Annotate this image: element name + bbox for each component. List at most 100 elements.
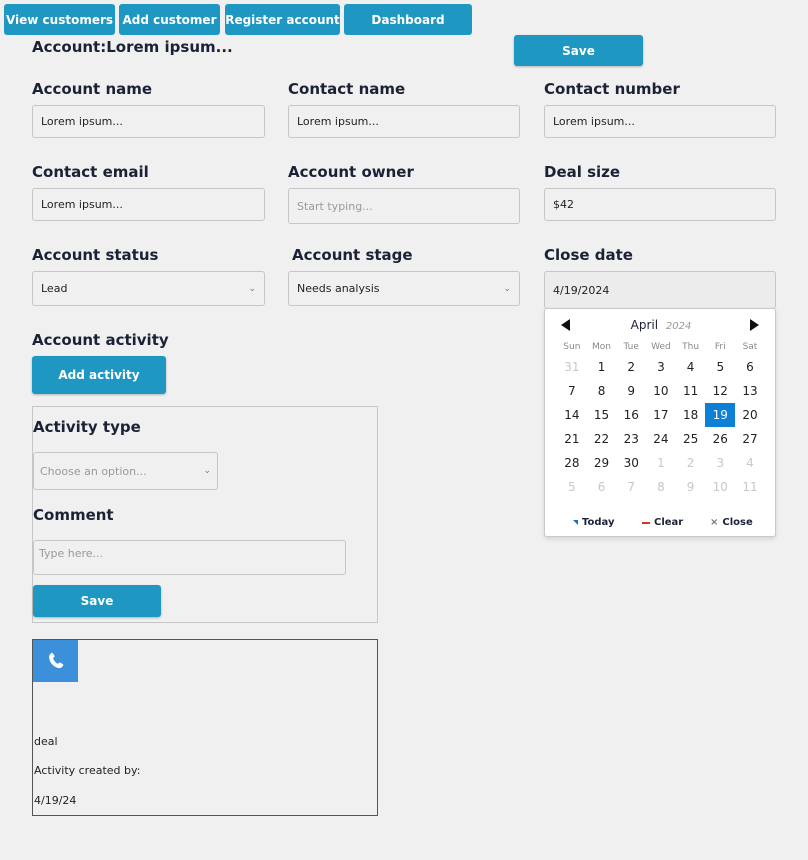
account-owner-field[interactable]: Start typing... [288,188,520,224]
calendar-day[interactable]: 15 [587,408,617,422]
calendar-day[interactable]: 28 [557,456,587,470]
activity-card [32,639,378,816]
calendar-day[interactable]: 26 [705,432,735,446]
deal-size-field[interactable]: $42 [544,188,776,221]
calendar-week: 28 29 30 1 2 3 4 [557,451,765,475]
chevron-down-icon: ⌄ [248,283,256,294]
calendar-day[interactable]: 2 [616,360,646,374]
calendar-day[interactable]: 22 [587,432,617,446]
calendar-week: 31 1 2 3 4 5 6 [557,355,765,379]
contact-number-field[interactable]: Lorem ipsum... [544,105,776,138]
account-name-field[interactable]: Lorem ipsum... [32,105,265,138]
calendar-day[interactable]: 8 [587,384,617,398]
calendar-day[interactable]: 7 [557,384,587,398]
calendar-day[interactable]: 8 [646,480,676,494]
weekday-header: Mon [592,342,612,352]
calendar-day[interactable]: 24 [646,432,676,446]
add-customer-button[interactable]: Add customer [119,4,220,35]
calendar-day[interactable]: 11 [676,384,706,398]
save-activity-button[interactable]: Save [33,585,161,617]
weekday-header: Thu [682,342,700,352]
add-activity-button[interactable]: Add activity [32,356,166,394]
calendar-day[interactable]: 21 [557,432,587,446]
contact-email-field[interactable]: Lorem ipsum... [32,188,265,221]
calendar-day[interactable]: 4 [676,360,706,374]
calendar-day[interactable]: 14 [557,408,587,422]
calendar-week: 7 8 9 10 11 12 13 [557,379,765,403]
account-activity-heading: Account activity [32,331,169,349]
account-owner-label: Account owner [288,163,414,181]
activity-type-select[interactable]: Choose an option... ⌄ [33,452,218,490]
account-stage-value: Needs analysis [297,282,380,295]
calendar-day[interactable]: 25 [676,432,706,446]
close-date-field[interactable]: 4/19/2024 [544,271,776,309]
calendar-day[interactable]: 10 [705,480,735,494]
today-icon [573,520,578,525]
calendar-day[interactable]: 3 [646,360,676,374]
save-account-button[interactable]: Save [514,35,643,66]
account-status-select[interactable]: Lead ⌄ [32,271,265,306]
date-picker: April 2024 Sun Mon Tue Wed Thu Fri Sat 31 1 2 3 4 5… [544,308,776,537]
contact-name-field[interactable]: Lorem ipsum... [288,105,520,138]
calendar-day[interactable]: 2 [676,456,706,470]
activity-card-date: 4/19/24 [34,794,77,807]
calendar-day[interactable]: 19 [705,403,736,427]
calendar-day[interactable]: 9 [676,480,706,494]
calendar-day[interactable]: 13 [735,384,765,398]
account-stage-select[interactable]: Needs analysis ⌄ [288,271,520,306]
activity-type-placeholder: Choose an option... [40,464,147,478]
close-icon: × [710,517,719,528]
calendar-week: 5 6 7 8 9 10 11 [557,475,765,499]
calendar-day[interactable]: 6 [587,480,617,494]
calendar-day[interactable]: 16 [616,408,646,422]
account-name-label: Account name [32,80,153,98]
calendar-day[interactable]: 1 [646,456,676,470]
dashboard-button[interactable]: Dashboard [344,4,472,35]
calendar-day[interactable]: 3 [705,456,735,470]
contact-number-label: Contact number [544,80,680,98]
calendar-day[interactable]: 6 [735,360,765,374]
chevron-down-icon: ⌄ [503,283,511,294]
calendar-day[interactable]: 5 [705,360,735,374]
weekday-header: Sat [742,342,758,352]
calendar-day[interactable]: 9 [616,384,646,398]
calendar-day[interactable]: 27 [735,432,765,446]
activity-card-created-by: Activity created by: [34,764,141,777]
calendar-year[interactable]: 2024 [666,321,691,332]
calendar-day[interactable]: 4 [735,456,765,470]
view-customers-button[interactable]: View customers [4,4,115,35]
calendar-day[interactable]: 18 [676,408,706,422]
close-date-label: Close date [544,246,633,264]
activity-card-type: deal [34,735,58,748]
clear-button[interactable]: Clear [642,517,683,528]
calendar-day[interactable]: 10 [646,384,676,398]
calendar-day[interactable]: 7 [616,480,646,494]
calendar-week: 21 22 23 24 25 26 27 [557,427,765,451]
comment-label: Comment [33,506,114,524]
close-button[interactable]: × Close [710,517,753,528]
weekday-row: Sun Mon Tue Wed Thu Fri Sat [557,339,765,355]
today-button[interactable]: Today [573,517,614,528]
weekday-header: Fri [714,342,726,352]
contact-email-label: Contact email [32,163,149,181]
weekday-header: Wed [651,342,671,352]
calendar-day[interactable]: 30 [616,456,646,470]
calendar-week: 14 15 16 17 18 19 20 [557,403,765,427]
comment-field[interactable]: Type here... [33,540,346,575]
calendar-day[interactable]: 20 [735,408,765,422]
calendar-day[interactable]: 11 [735,480,765,494]
account-stage-label: Account stage [292,246,413,264]
calendar-day[interactable]: 12 [705,384,735,398]
calendar-day[interactable]: 5 [557,480,587,494]
calendar-grid: Sun Mon Tue Wed Thu Fri Sat 31 1 2 3 4 5 6 7 8 9 10 11 12 1… [557,339,765,499]
calendar-day[interactable]: 31 [557,360,587,374]
calendar-day[interactable]: 17 [646,408,676,422]
calendar-month[interactable]: April [631,318,658,332]
register-account-button[interactable]: Register account [225,4,340,35]
calendar-day[interactable]: 23 [616,432,646,446]
close-label: Close [722,517,753,528]
account-status-label: Account status [32,246,159,264]
calendar-day[interactable]: 1 [587,360,617,374]
calendar-day[interactable]: 29 [587,456,617,470]
activity-type-badge [33,640,78,682]
